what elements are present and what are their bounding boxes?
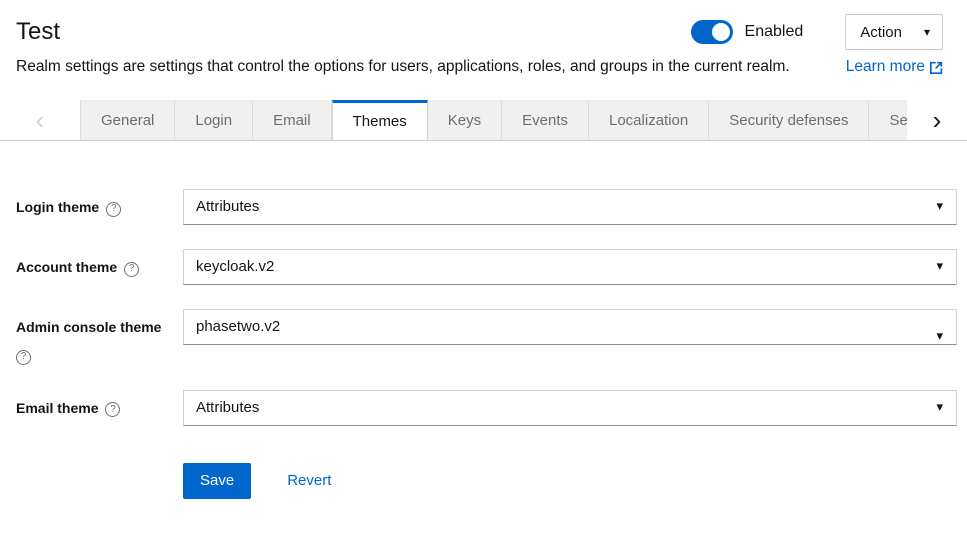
tab-localization[interactable]: Localization — [589, 100, 709, 140]
login-theme-label: Login theme? — [16, 189, 183, 225]
action-dropdown-label: Action — [860, 24, 902, 41]
tab-general[interactable]: General — [80, 100, 175, 140]
email-theme-select[interactable]: Attributes — [183, 390, 957, 426]
tabs-strip: General Login Email Themes Keys Events L… — [80, 100, 907, 140]
tabs-scroll-right-button[interactable]: › — [907, 100, 967, 140]
action-dropdown-button[interactable]: Action ▾ — [845, 14, 943, 50]
tab-security-defenses[interactable]: Security defenses — [709, 100, 869, 140]
email-theme-label: Email theme? — [16, 390, 183, 426]
help-icon[interactable]: ? — [124, 262, 139, 277]
tab-login[interactable]: Login — [175, 100, 253, 140]
learn-more-label: Learn more — [846, 58, 925, 76]
enabled-label: Enabled — [745, 23, 804, 41]
page-header: Test Enabled Action ▾ Realm settings are… — [0, 0, 967, 76]
revert-button[interactable]: Revert — [287, 472, 331, 489]
tab-keys[interactable]: Keys — [428, 100, 502, 140]
angle-left-icon: ‹ — [36, 107, 45, 133]
learn-more-link[interactable]: Learn more — [832, 58, 943, 76]
login-theme-select[interactable]: Attributes — [183, 189, 957, 225]
help-icon[interactable]: ? — [106, 202, 121, 217]
admin-console-theme-select[interactable]: phasetwo.v2 — [183, 309, 957, 345]
tab-events[interactable]: Events — [502, 100, 589, 140]
enabled-toggle[interactable] — [691, 20, 733, 44]
save-button[interactable]: Save — [183, 463, 251, 499]
page-title: Test — [16, 18, 60, 46]
themes-form: Login theme? Attributes ▾ Account theme?… — [0, 141, 967, 499]
account-theme-select[interactable]: keycloak.v2 — [183, 249, 957, 285]
tabs-scroll-left-button[interactable]: ‹ — [0, 100, 80, 140]
account-theme-row: Account theme? keycloak.v2 ▾ — [16, 249, 957, 285]
tab-email[interactable]: Email — [253, 100, 332, 140]
realm-settings-tabbar: ‹ General Login Email Themes Keys Events… — [0, 100, 967, 141]
account-theme-label: Account theme? — [16, 249, 183, 285]
admin-console-theme-label: Admin console theme? — [16, 309, 183, 366]
email-theme-row: Email theme? Attributes ▾ — [16, 390, 957, 426]
admin-console-theme-row: Admin console theme? phasetwo.v2 ▾ — [16, 309, 957, 366]
tab-sessions[interactable]: Sessions — [869, 100, 907, 140]
realm-description: Realm settings are settings that control… — [16, 58, 790, 76]
tab-themes[interactable]: Themes — [332, 100, 428, 140]
caret-down-icon: ▾ — [924, 26, 930, 38]
login-theme-row: Login theme? Attributes ▾ — [16, 189, 957, 225]
toggle-knob — [712, 23, 730, 41]
help-icon[interactable]: ? — [105, 402, 120, 417]
external-link-icon — [930, 61, 943, 74]
form-actions: Save Revert — [183, 463, 957, 499]
help-icon[interactable]: ? — [16, 350, 31, 365]
angle-right-icon: › — [933, 107, 942, 133]
